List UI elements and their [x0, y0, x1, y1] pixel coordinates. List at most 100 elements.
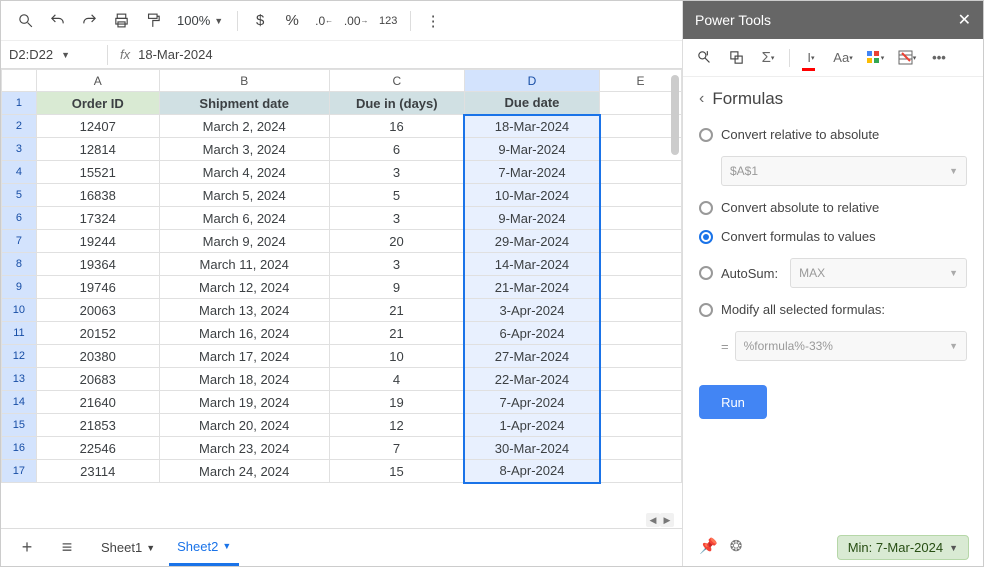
- row-header[interactable]: 8: [2, 253, 37, 276]
- option-relative-to-absolute[interactable]: Convert relative to absolute: [699, 127, 967, 142]
- redo-icon[interactable]: [75, 7, 103, 35]
- cell[interactable]: 15: [329, 460, 464, 483]
- cell[interactable]: 7-Apr-2024: [464, 391, 599, 414]
- percent-icon[interactable]: %: [278, 7, 306, 35]
- increase-decimal-icon[interactable]: .00→: [342, 7, 370, 35]
- sheet-tab[interactable]: Sheet1▼: [93, 530, 163, 566]
- text-color-icon[interactable]: I▾: [800, 47, 822, 69]
- cell[interactable]: March 4, 2024: [159, 161, 329, 184]
- row-header[interactable]: 4: [2, 161, 37, 184]
- cell[interactable]: 7-Mar-2024: [464, 161, 599, 184]
- cell[interactable]: March 18, 2024: [159, 368, 329, 391]
- select-all-corner[interactable]: [2, 70, 37, 92]
- col-header-d[interactable]: D: [464, 70, 599, 92]
- cell[interactable]: 21: [329, 299, 464, 322]
- decrease-decimal-icon[interactable]: .0←: [310, 7, 338, 35]
- row-header[interactable]: 13: [2, 368, 37, 391]
- cell[interactable]: 19364: [36, 253, 159, 276]
- name-box[interactable]: D2:D22▼: [9, 47, 95, 62]
- horizontal-scrollbar[interactable]: ◀ ▶: [1, 512, 682, 528]
- cell[interactable]: March 3, 2024: [159, 138, 329, 161]
- add-sheet-button[interactable]: +: [13, 534, 41, 562]
- run-button[interactable]: Run: [699, 385, 767, 419]
- cell[interactable]: 4: [329, 368, 464, 391]
- cell[interactable]: 16: [329, 115, 464, 138]
- scrollbar-thumb[interactable]: [671, 75, 679, 155]
- cell[interactable]: 27-Mar-2024: [464, 345, 599, 368]
- row-header[interactable]: 16: [2, 437, 37, 460]
- autosum-select[interactable]: MAX▼: [790, 258, 967, 288]
- cell[interactable]: 15521: [36, 161, 159, 184]
- more-formats-icon[interactable]: 123: [374, 7, 402, 35]
- undo-icon[interactable]: [43, 7, 71, 35]
- more-icon[interactable]: ⋮: [419, 7, 447, 35]
- paint-format-icon[interactable]: [139, 7, 167, 35]
- cell[interactable]: 12407: [36, 115, 159, 138]
- sheet-tab[interactable]: Sheet2▼: [169, 530, 239, 566]
- cell[interactable]: 8-Apr-2024: [464, 460, 599, 483]
- cell[interactable]: 21853: [36, 414, 159, 437]
- row-header[interactable]: 15: [2, 414, 37, 437]
- cell[interactable]: March 17, 2024: [159, 345, 329, 368]
- cell[interactable]: 20: [329, 230, 464, 253]
- cell[interactable]: 18-Mar-2024: [464, 115, 599, 138]
- cell[interactable]: 23114: [36, 460, 159, 483]
- cell[interactable]: 22-Mar-2024: [464, 368, 599, 391]
- cell[interactable]: 19: [329, 391, 464, 414]
- font-icon[interactable]: Aa▾: [832, 47, 854, 69]
- sum-icon[interactable]: Σ▾: [757, 47, 779, 69]
- cell[interactable]: March 20, 2024: [159, 414, 329, 437]
- cell[interactable]: 3: [329, 207, 464, 230]
- spreadsheet-grid[interactable]: A B C D E 1Order IDShipment dateDue in (…: [1, 69, 682, 484]
- option-absolute-to-relative[interactable]: Convert absolute to relative: [699, 200, 967, 215]
- option-formulas-to-values[interactable]: Convert formulas to values: [699, 229, 967, 244]
- cell[interactable]: 30-Mar-2024: [464, 437, 599, 460]
- header-cell[interactable]: Due date: [464, 92, 599, 115]
- cell[interactable]: March 23, 2024: [159, 437, 329, 460]
- col-header-a[interactable]: A: [36, 70, 159, 92]
- header-cell[interactable]: Due in (days): [329, 92, 464, 115]
- row-header[interactable]: 7: [2, 230, 37, 253]
- pin-icon[interactable]: 📌: [699, 537, 718, 555]
- row-header[interactable]: 9: [2, 276, 37, 299]
- cell[interactable]: 21: [329, 322, 464, 345]
- cell[interactable]: 29-Mar-2024: [464, 230, 599, 253]
- formula-input[interactable]: 18-Mar-2024: [138, 47, 212, 62]
- currency-icon[interactable]: $: [246, 7, 274, 35]
- option-autosum[interactable]: AutoSum: MAX▼: [699, 258, 967, 288]
- row-header[interactable]: 6: [2, 207, 37, 230]
- cell[interactable]: 19244: [36, 230, 159, 253]
- absolute-ref-select[interactable]: $A$1▼: [721, 156, 967, 186]
- cell[interactable]: March 2, 2024: [159, 115, 329, 138]
- cell[interactable]: 20152: [36, 322, 159, 345]
- cell[interactable]: March 24, 2024: [159, 460, 329, 483]
- cell[interactable]: 9: [329, 276, 464, 299]
- cell[interactable]: 16838: [36, 184, 159, 207]
- clear-icon[interactable]: ▾: [896, 47, 918, 69]
- cell[interactable]: 1-Apr-2024: [464, 414, 599, 437]
- more-tools-icon[interactable]: •••: [928, 47, 950, 69]
- row-header[interactable]: 11: [2, 322, 37, 345]
- row-header[interactable]: 14: [2, 391, 37, 414]
- status-pill[interactable]: Min: 7-Mar-2024 ▼: [837, 535, 969, 560]
- scroll-left-icon[interactable]: ◀: [646, 513, 660, 527]
- col-header-b[interactable]: B: [159, 70, 329, 92]
- cell[interactable]: 20380: [36, 345, 159, 368]
- cell[interactable]: 19746: [36, 276, 159, 299]
- cell[interactable]: March 6, 2024: [159, 207, 329, 230]
- cell[interactable]: 22546: [36, 437, 159, 460]
- cell[interactable]: 12: [329, 414, 464, 437]
- help-icon[interactable]: ❂: [730, 537, 743, 555]
- cell[interactable]: 21640: [36, 391, 159, 414]
- col-header-c[interactable]: C: [329, 70, 464, 92]
- cell[interactable]: 21-Mar-2024: [464, 276, 599, 299]
- cell[interactable]: 3-Apr-2024: [464, 299, 599, 322]
- cell[interactable]: 3: [329, 253, 464, 276]
- cell[interactable]: 12814: [36, 138, 159, 161]
- cell[interactable]: March 16, 2024: [159, 322, 329, 345]
- cell[interactable]: 9-Mar-2024: [464, 138, 599, 161]
- cell[interactable]: 7: [329, 437, 464, 460]
- cell[interactable]: 9-Mar-2024: [464, 207, 599, 230]
- row-header[interactable]: 2: [2, 115, 37, 138]
- vertical-scrollbar[interactable]: [670, 73, 680, 472]
